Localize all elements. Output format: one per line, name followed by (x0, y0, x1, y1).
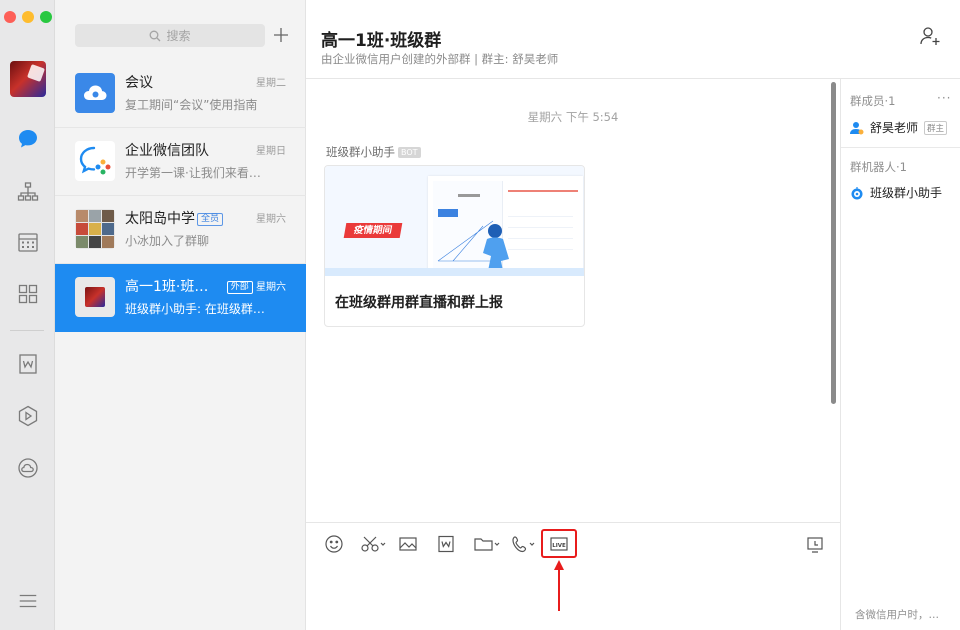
window-controls (4, 11, 52, 23)
conversation-time: 星期六 (256, 282, 286, 293)
chat-title: 高一1班·班级群 (321, 31, 442, 51)
maximize-window-button[interactable] (40, 11, 52, 23)
conversation-time: 星期日 (256, 146, 286, 157)
play-hexagon-icon[interactable] (15, 403, 41, 429)
scissors-icon (361, 536, 386, 552)
conversation-name: 企业微信团队 (125, 143, 209, 159)
robots-title: 群机器人·1 (850, 160, 907, 174)
add-button[interactable] (271, 24, 291, 46)
robot-name: 班级群小助手 (870, 186, 943, 200)
cloud-icon (84, 85, 107, 100)
conversation-preview: 小冰加入了群聊 (125, 234, 210, 248)
chat-subtitle: 由企业微信用户创建的外部群 | 群主: 舒昊老师 (321, 52, 559, 66)
emoji-button[interactable] (323, 533, 345, 555)
search-placeholder: 搜索 (166, 29, 191, 43)
user-avatar[interactable] (10, 61, 46, 97)
all-staff-tag: 全员 (197, 212, 224, 226)
document-w-icon[interactable] (15, 351, 41, 377)
conversation-preview: 班级群小助手: 在班级群… (125, 302, 265, 316)
card-ribbon: 疫情期间 (343, 223, 403, 238)
member-item-owner[interactable]: 舒昊老师 群主 (850, 119, 948, 136)
wecom-team-avatar (75, 141, 115, 181)
minimize-window-button[interactable] (22, 11, 34, 23)
group-member-panel: 群成员·1 ··· 舒昊老师 群主 群机器人·1 班级群小助手 含微信用户时，… (840, 79, 960, 630)
chat-icon[interactable] (15, 126, 41, 152)
emoji-icon (325, 535, 343, 553)
rail-divider (10, 330, 44, 331)
conversation-item-meeting[interactable]: 会议 星期二 复工期间“会议”使用指南 (55, 60, 306, 128)
nav-rail (0, 0, 55, 630)
call-button[interactable] (510, 533, 538, 555)
live-highlight-box (541, 529, 577, 558)
cloud-disk-icon[interactable] (15, 455, 41, 481)
conversation-name-row: 太阳岛中学 全员 (125, 208, 224, 228)
close-window-button[interactable] (4, 11, 16, 23)
message-sender: 班级群小助手 BOT (326, 144, 421, 160)
group-avatar-grid (75, 209, 115, 249)
chat-area: 高一1班·班级群 由企业微信用户创建的外部群 | 群主: 舒昊老师 星期六 下午… (306, 0, 960, 630)
class-group-avatar (75, 277, 115, 317)
menu-icon[interactable] (15, 588, 41, 614)
word-doc-icon (438, 535, 454, 553)
phone-icon (512, 536, 535, 553)
meeting-avatar (75, 73, 115, 113)
owner-tag: 群主 (924, 120, 948, 135)
folder-button[interactable] (472, 533, 502, 555)
search-icon (150, 30, 161, 41)
robot-item[interactable]: 班级群小助手 (850, 184, 942, 201)
folder-icon (474, 538, 500, 551)
message-card[interactable]: 疫情期间 在班级群用群直播和群上报 (324, 165, 585, 327)
card-thumbnail: 疫情期间 (325, 166, 584, 276)
panel-divider (841, 147, 960, 148)
apps-grid-icon[interactable] (15, 281, 41, 307)
conversation-item-class-group[interactable]: 高一1班·班… 外部 星期六 班级群小助手: 在班级群… (55, 264, 306, 332)
add-member-button[interactable] (918, 24, 942, 48)
robot-icon (851, 186, 863, 199)
sender-name: 班级群小助手 (326, 145, 395, 159)
history-button[interactable] (804, 533, 826, 555)
conversation-preview: 开学第一课·让我们来看… (125, 166, 261, 180)
external-tag: 外部 (226, 280, 253, 294)
card-title: 在班级群用群直播和群上报 (335, 295, 503, 311)
chat-header: 高一1班·班级群 由企业微信用户创建的外部群 | 群主: 舒昊老师 (306, 0, 960, 79)
calendar-icon[interactable] (15, 229, 41, 255)
image-button[interactable] (397, 533, 419, 555)
members-title: 群成员·1 (850, 94, 896, 108)
message-timestamp: 星期六 下午 5:54 (527, 110, 619, 124)
conversation-time-row: 外部 星期六 (225, 278, 286, 294)
person-icon (850, 121, 864, 134)
conversation-name: 会议 (125, 75, 153, 91)
screenshot-button[interactable] (359, 533, 389, 555)
conversation-preview: 复工期间“会议”使用指南 (125, 98, 258, 112)
member-name: 舒昊老师 (870, 121, 919, 135)
highlight-arrow-icon (554, 560, 564, 611)
more-options-button[interactable]: ··· (937, 91, 951, 105)
wecom-logo-icon (79, 146, 111, 175)
image-icon (399, 537, 417, 551)
plus-icon (274, 28, 288, 42)
wecom-window: 搜索 会议 星期二 复工期间“会议”使用指南 企业微信团队 星期日 开学第一课·… (0, 0, 960, 630)
conversation-item-wecom-team[interactable]: 企业微信团队 星期日 开学第一课·让我们来看… (55, 128, 306, 196)
history-icon (807, 537, 823, 553)
contacts-org-icon[interactable] (15, 179, 41, 205)
message-composer[interactable]: LIVE (306, 522, 840, 630)
chat-scrollbar[interactable] (831, 82, 836, 404)
conversation-time: 星期二 (256, 78, 286, 89)
add-person-icon (920, 27, 940, 45)
panel-footer-note: 含微信用户时，… (855, 609, 939, 621)
conversation-list: 搜索 会议 星期二 复工期间“会议”使用指南 企业微信团队 星期日 开学第一课·… (55, 0, 306, 630)
conversation-name: 高一1班·班… (125, 279, 209, 295)
doc-button[interactable] (435, 533, 457, 555)
bot-tag: BOT (398, 147, 421, 158)
search-input[interactable]: 搜索 (75, 24, 265, 47)
conversation-time: 星期六 (256, 214, 286, 225)
conversation-item-school[interactable]: 太阳岛中学 全员 星期六 小冰加入了群聊 (55, 196, 306, 264)
conversation-name: 太阳岛中学 (125, 211, 195, 227)
